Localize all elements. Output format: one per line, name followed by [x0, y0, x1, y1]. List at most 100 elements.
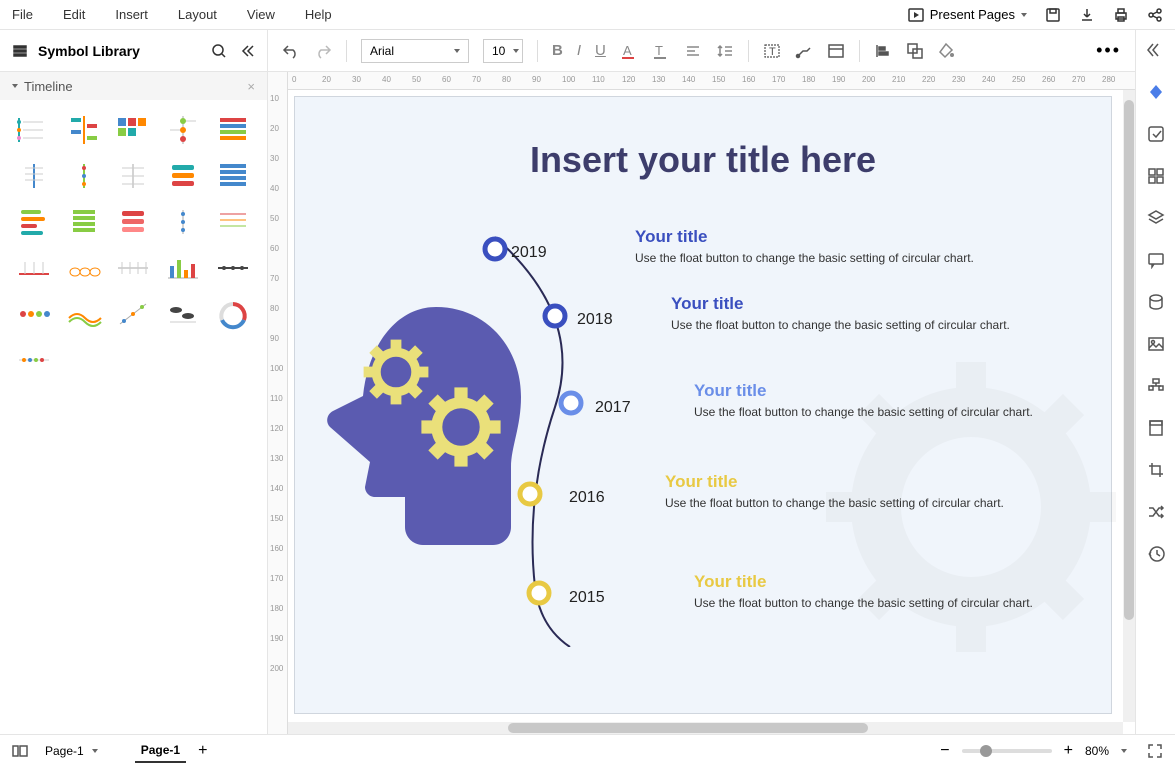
more-options-button[interactable]: •••: [1096, 40, 1121, 61]
menu-insert[interactable]: Insert: [115, 7, 148, 22]
zoom-value[interactable]: 80%: [1085, 744, 1109, 758]
container-button[interactable]: [827, 42, 845, 60]
page-title[interactable]: Insert your title here: [295, 139, 1111, 181]
font-family-select[interactable]: Arial: [361, 39, 469, 63]
search-icon[interactable]: [211, 43, 227, 59]
canvas[interactable]: Insert your title here: [288, 90, 1135, 734]
style-panel-icon[interactable]: [1144, 80, 1168, 104]
layers-panel-icon[interactable]: [1144, 206, 1168, 230]
horizontal-ruler: 0203040506070809010011012013014015016017…: [288, 72, 1135, 90]
timeline-shape[interactable]: [62, 294, 106, 334]
timeline-shape[interactable]: [112, 202, 156, 242]
timeline-shape[interactable]: [12, 110, 56, 150]
chevron-down-icon: [1121, 749, 1127, 753]
print-icon[interactable]: [1113, 7, 1129, 23]
timeline-shape[interactable]: [112, 156, 156, 196]
timeline-year[interactable]: 2016: [569, 489, 605, 507]
timeline-year[interactable]: 2015: [569, 589, 605, 607]
italic-button[interactable]: I: [577, 42, 581, 59]
underline-button[interactable]: U: [595, 42, 606, 59]
menu-view[interactable]: View: [247, 7, 275, 22]
timeline-shape[interactable]: [12, 340, 56, 380]
zoom-in-button[interactable]: +: [1064, 742, 1073, 760]
save-icon[interactable]: [1045, 7, 1061, 23]
font-size-select[interactable]: 10: [483, 39, 523, 63]
fill-button[interactable]: [938, 42, 956, 60]
timeline-shape[interactable]: [161, 110, 205, 150]
timeline-panel-header[interactable]: Timeline ×: [0, 72, 267, 100]
comments-panel-icon[interactable]: [1144, 248, 1168, 272]
theme-panel-icon[interactable]: [1144, 122, 1168, 146]
grid-panel-icon[interactable]: [1144, 164, 1168, 188]
zoom-out-button[interactable]: −: [940, 742, 949, 760]
menu-help[interactable]: Help: [305, 7, 332, 22]
timeline-shape[interactable]: [211, 110, 255, 150]
timeline-year[interactable]: 2018: [577, 311, 613, 329]
timeline-shape[interactable]: [12, 248, 56, 288]
highlight-button[interactable]: T: [652, 42, 670, 60]
timeline-shape[interactable]: [161, 156, 205, 196]
menu-edit[interactable]: Edit: [63, 7, 85, 22]
history-icon[interactable]: [1144, 542, 1168, 566]
timeline-shape[interactable]: [161, 294, 205, 334]
timeline-shape[interactable]: [211, 202, 255, 242]
page-panel-icon[interactable]: [1144, 416, 1168, 440]
add-page-button[interactable]: +: [198, 742, 207, 760]
timeline-shape[interactable]: [62, 202, 106, 242]
timeline-shape[interactable]: [62, 156, 106, 196]
close-panel-icon[interactable]: ×: [247, 79, 255, 94]
redo-button[interactable]: [314, 42, 332, 60]
download-icon[interactable]: [1079, 7, 1095, 23]
data-panel-icon[interactable]: [1144, 290, 1168, 314]
menu-layout[interactable]: Layout: [178, 7, 217, 22]
vertical-scrollbar[interactable]: [1123, 90, 1135, 722]
font-value: Arial: [370, 44, 394, 58]
image-panel-icon[interactable]: [1144, 332, 1168, 356]
timeline-shape[interactable]: [62, 110, 106, 150]
shuffle-icon[interactable]: [1144, 500, 1168, 524]
timeline-shape[interactable]: [161, 248, 205, 288]
timeline-entry[interactable]: Your titleUse the float button to change…: [671, 294, 1010, 332]
connector-button[interactable]: [795, 42, 813, 60]
zoom-slider[interactable]: [962, 749, 1052, 753]
timeline-shape[interactable]: [112, 294, 156, 334]
text-color-button[interactable]: A: [620, 42, 638, 60]
timeline-shape[interactable]: [12, 202, 56, 242]
horizontal-scrollbar[interactable]: [288, 722, 1123, 734]
text-box-button[interactable]: T: [763, 42, 781, 60]
fullscreen-icon[interactable]: [1147, 743, 1163, 759]
line-spacing-button[interactable]: [716, 42, 734, 60]
expand-rail-icon[interactable]: [1144, 38, 1168, 62]
outline-panel-icon[interactable]: [1144, 374, 1168, 398]
crop-panel-icon[interactable]: [1144, 458, 1168, 482]
timeline-shape[interactable]: [62, 248, 106, 288]
timeline-entry[interactable]: Your titleUse the float button to change…: [635, 227, 974, 265]
align-button[interactable]: [684, 42, 702, 60]
share-icon[interactable]: [1147, 7, 1163, 23]
svg-text:T: T: [769, 46, 776, 58]
menu-file[interactable]: File: [12, 7, 33, 22]
timeline-entry[interactable]: Your titleUse the float button to change…: [665, 472, 1004, 510]
timeline-entry[interactable]: Your titleUse the float button to change…: [694, 572, 1033, 610]
timeline-shape[interactable]: [112, 110, 156, 150]
page-content[interactable]: Insert your title here: [294, 96, 1112, 714]
bold-button[interactable]: B: [552, 42, 563, 59]
timeline-entry[interactable]: Your titleUse the float button to change…: [694, 381, 1033, 419]
undo-button[interactable]: [282, 42, 300, 60]
timeline-year[interactable]: 2019: [511, 244, 547, 262]
align-objects-button[interactable]: [874, 42, 892, 60]
timeline-shape[interactable]: [112, 248, 156, 288]
present-pages-button[interactable]: Present Pages: [908, 7, 1027, 23]
page-tab[interactable]: Page-1: [135, 739, 186, 763]
timeline-shape[interactable]: [12, 294, 56, 334]
timeline-year[interactable]: 2017: [595, 399, 631, 417]
timeline-shape[interactable]: [211, 294, 255, 334]
collapse-sidebar-icon[interactable]: [239, 43, 255, 59]
group-button[interactable]: [906, 42, 924, 60]
page-list-icon[interactable]: [12, 743, 28, 759]
timeline-shape[interactable]: [211, 248, 255, 288]
timeline-shape[interactable]: [12, 156, 56, 196]
page-selector[interactable]: Page-1: [38, 741, 105, 761]
timeline-shape[interactable]: [161, 202, 205, 242]
timeline-shape[interactable]: [211, 156, 255, 196]
